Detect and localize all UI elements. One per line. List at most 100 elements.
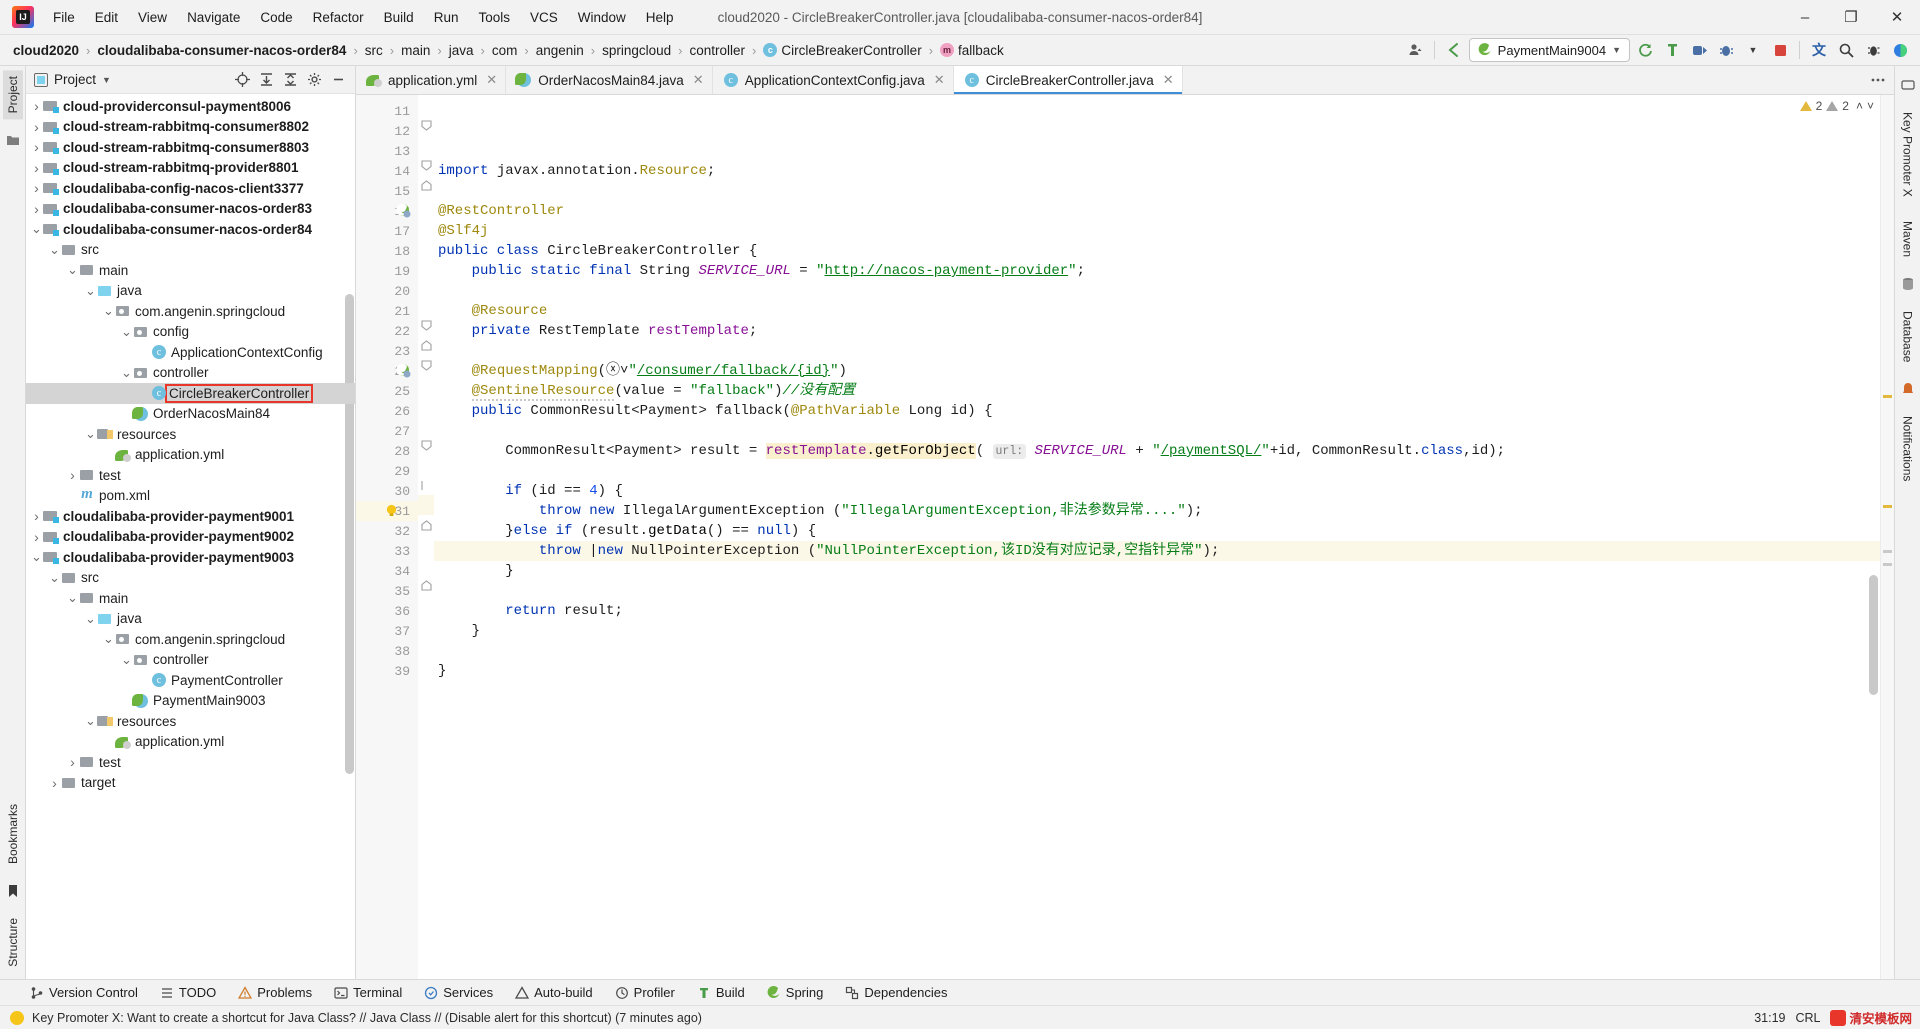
maximize-button[interactable]: ❐ [1828, 0, 1874, 35]
tree-node-java[interactable]: ⌄ java [26, 281, 355, 302]
tree-node-cloudalibaba-consumer-nacos-order83[interactable]: › cloudalibaba-consumer-nacos-order83 [26, 199, 355, 220]
line-number-11[interactable]: 11 [356, 101, 418, 121]
code-line-34[interactable]: return result; [434, 601, 1880, 621]
fold-marker-line-22[interactable] [418, 315, 434, 335]
code-content[interactable]: import javax.annotation.Resource; @RestC… [434, 95, 1880, 979]
tree-node-src[interactable]: ⌄ src [26, 240, 355, 261]
line-number-39[interactable]: 39 [356, 661, 418, 681]
editor-vertical-scrollbar[interactable] [1869, 575, 1878, 695]
tree-node-src[interactable]: ⌄ src [26, 568, 355, 589]
tree-node-pom-xml[interactable]: pom.xml [26, 486, 355, 507]
database-icon[interactable] [1900, 276, 1916, 292]
code-line-26[interactable]: CommonResult<Payment> result = restTempl… [434, 441, 1880, 461]
chevron-down-icon[interactable]: ⌄ [48, 243, 61, 256]
sidebar-item-project[interactable]: Project [2, 70, 23, 120]
spring-bean-icon[interactable] [396, 203, 412, 219]
notifications-bell-icon[interactable] [1900, 381, 1916, 397]
code-line-12[interactable]: import javax.annotation.Resource; [434, 161, 1880, 181]
line-number-20[interactable]: 20 [356, 281, 418, 301]
breadcrumb-item-java[interactable]: java [446, 41, 477, 60]
chevron-down-icon[interactable]: ⌄ [102, 305, 115, 318]
search-icon[interactable] [1834, 38, 1858, 62]
fold-marker-line-35[interactable] [418, 575, 434, 595]
menu-item-window[interactable]: Window [569, 6, 635, 29]
menu-item-help[interactable]: Help [637, 6, 683, 29]
key-promoter-icon[interactable] [1900, 77, 1916, 93]
breadcrumb-item-controller[interactable]: controller [687, 41, 749, 60]
stop-icon[interactable] [1768, 38, 1792, 62]
fold-marker-line-24[interactable] [418, 355, 434, 375]
editor-tab-applicationcontextconfig-java[interactable]: ApplicationContextConfig.java ✕ [712, 66, 954, 94]
chevron-right-icon[interactable]: › [66, 467, 79, 483]
inspection-prev-icon[interactable]: ˄ [1856, 99, 1863, 113]
breadcrumb-item-main[interactable]: main [398, 41, 433, 60]
tree-node-java[interactable]: ⌄ java [26, 609, 355, 630]
tree-node-applicationcontextconfig[interactable]: ApplicationContextConfig [26, 342, 355, 363]
code-line-33[interactable] [434, 581, 1880, 601]
editor-tab-ordernacosmain84-java[interactable]: OrderNacosMain84.java ✕ [506, 66, 713, 94]
line-number-30[interactable]: 30 [356, 481, 418, 501]
sidebar-item-maven[interactable]: Maven [1901, 221, 1915, 257]
fold-marker-line-30[interactable] [418, 475, 434, 495]
chevron-right-icon[interactable]: › [30, 529, 43, 545]
menu-item-tools[interactable]: Tools [469, 6, 519, 29]
chevron-down-icon[interactable]: ⌄ [30, 223, 43, 236]
breadcrumb-item-angenin[interactable]: angenin [533, 41, 587, 60]
chevron-right-icon[interactable]: › [30, 98, 43, 114]
chevron-down-icon[interactable]: ⌄ [120, 653, 133, 666]
line-number-34[interactable]: 34 [356, 561, 418, 581]
tree-node-cloudalibaba-provider-payment9003[interactable]: ⌄ cloudalibaba-provider-payment9003 [26, 547, 355, 568]
tree-node-cloudalibaba-provider-payment9002[interactable]: › cloudalibaba-provider-payment9002 [26, 527, 355, 548]
build-icon[interactable] [1660, 38, 1684, 62]
tool-window-problems[interactable]: Problems [234, 983, 316, 1002]
editor-marker-bar[interactable] [1880, 95, 1894, 979]
tree-node-config[interactable]: ⌄ config [26, 322, 355, 343]
breadcrumb-item-cloud2020[interactable]: cloud2020 [10, 41, 82, 60]
tool-window-terminal[interactable]: Terminal [330, 983, 406, 1002]
chevron-down-icon[interactable]: ⌄ [48, 571, 61, 584]
line-number-29[interactable]: 29 [356, 461, 418, 481]
sidebar-item-bookmarks[interactable]: Bookmarks [3, 798, 23, 870]
menu-item-vcs[interactable]: VCS [521, 6, 567, 29]
line-number-31[interactable]: 31 [356, 501, 418, 521]
code-line-17[interactable]: public static final String SERVICE_URL =… [434, 261, 1880, 281]
minimize-button[interactable]: – [1782, 0, 1828, 35]
close-tab-icon[interactable]: ✕ [1163, 72, 1174, 88]
fold-marker-line-12[interactable] [418, 115, 434, 135]
code-line-35[interactable]: } [434, 621, 1880, 641]
code-line-27[interactable] [434, 461, 1880, 481]
bug-icon[interactable] [1861, 38, 1885, 62]
chevron-right-icon[interactable]: › [30, 119, 43, 135]
line-number-19[interactable]: 19 [356, 261, 418, 281]
code-line-23[interactable]: @SentinelResource(value = "fallback")//没… [434, 381, 1880, 401]
close-tab-icon[interactable]: ✕ [486, 72, 497, 88]
tree-node-resources[interactable]: ⌄ resources [26, 424, 355, 445]
menu-item-navigate[interactable]: Navigate [178, 6, 249, 29]
tree-node-cloud-providerconsul-payment8006[interactable]: › cloud-providerconsul-payment8006 [26, 96, 355, 117]
update-project-icon[interactable] [1633, 38, 1657, 62]
chevron-right-icon[interactable]: › [48, 775, 61, 791]
line-number-32[interactable]: 32 [356, 521, 418, 541]
tree-node-com-angenin-springcloud[interactable]: ⌄ com.angenin.springcloud [26, 301, 355, 322]
chevron-down-icon[interactable]: ⌄ [66, 264, 79, 277]
tool-window-build[interactable]: Build [693, 983, 749, 1002]
marker-caret[interactable] [1883, 550, 1892, 553]
chevron-down-icon[interactable]: ⌄ [30, 551, 43, 564]
chevron-down-icon[interactable]: ▼ [1741, 38, 1765, 62]
tree-node-cloud-stream-rabbitmq-consumer8802[interactable]: › cloud-stream-rabbitmq-consumer8802 [26, 117, 355, 138]
tree-node-main[interactable]: ⌄ main [26, 260, 355, 281]
line-number-27[interactable]: 27 [356, 421, 418, 441]
chevron-down-icon[interactable]: ⌄ [84, 612, 97, 625]
menu-item-file[interactable]: File [44, 6, 84, 29]
chevron-right-icon[interactable]: › [30, 160, 43, 176]
status-message[interactable]: Key Promoter X: Want to create a shortcu… [32, 1011, 702, 1025]
line-number-12[interactable]: 12 [356, 121, 418, 141]
code-line-11[interactable] [434, 141, 1880, 161]
tree-node-application-yml[interactable]: application.yml [26, 445, 355, 466]
code-line-21[interactable] [434, 341, 1880, 361]
line-number-17[interactable]: 17 [356, 221, 418, 241]
chevron-down-icon[interactable]: ⌄ [120, 366, 133, 379]
line-number-22[interactable]: 22 [356, 321, 418, 341]
line-number-36[interactable]: 36 [356, 601, 418, 621]
code-line-36[interactable] [434, 641, 1880, 661]
